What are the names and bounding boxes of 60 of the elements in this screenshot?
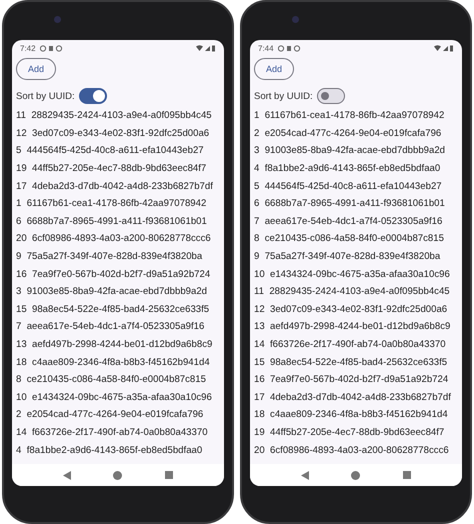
list-item: 11 28829435-2424-4103-a9e4-a0f095bb4c45 [16,109,213,124]
list-item: 20 6cf08986-4893-4a03-a200-80628778ccc6 [254,444,450,458]
list-item: 18 c4aae809-2346-4f8a-b8b3-f45162b941d4 [254,408,449,422]
list-item: 9 75a5a27f-349f-407e-828d-839e4f3820ba [254,250,442,264]
list-item: 6 6688b7a7-8965-4991-a411-f93681061b01 [254,197,446,212]
status-icons [40,44,64,52]
list-item: 8 ce210435-c086-4a58-84f0-e0004b87c815 [254,232,445,246]
recents-icon[interactable] [402,471,411,479]
status-time: 7:44 [258,44,274,52]
list-item: 2 e2054cad-477c-4264-9e04-e019fcafa796 [254,126,442,141]
list-item: 16 7ea9f7e0-567b-402d-b2f7-d9a51a92b724 [16,268,212,282]
list-item: 13 aefd497b-2998-4244-be01-d12bd9a6b8c9 [254,320,452,334]
status-time: 7:42 [20,44,36,52]
camera-icon [292,16,299,23]
signal-icons [196,44,216,52]
back-icon[interactable] [63,470,72,480]
sort-switch[interactable] [78,88,107,104]
list-item: 17 4deba2d3-d7db-4042-a4d8-233b6827b7df [254,390,452,405]
list-item: 7 aeea617e-54eb-4dc1-a7f4-0523305a9f16 [254,214,444,229]
list-item: 19 44ff5b27-205e-4ec7-88db-9bd63eec84f7 [16,162,208,176]
list-item: 12 3ed07c09-e343-4e02-83f1-92dfc25d00a6 [254,302,448,317]
list-item: 10 e1434324-09bc-4675-a35a-afaa30a10c96 [16,390,213,405]
list-item: 3 91003e85-8ba9-42fa-acae-ebd7dbbb9a2d [254,144,446,158]
sort-label: Sort by UUID: [16,90,75,102]
list-item: 18 c4aae809-2346-4f8a-b8b3-f45162b941d4 [16,356,211,370]
list-item: 5 444564f5-425d-40c8-a611-efa10443eb27 [254,180,443,194]
status-icons [278,44,302,52]
add-button[interactable]: Add [16,58,56,80]
list-item: 14 f663726e-2f17-490f-ab74-0a0b80a43370 [254,338,447,352]
home-icon[interactable] [351,470,360,480]
list-item: 13 aefd497b-2998-4244-be01-d12bd9a6b8c9 [16,338,214,352]
list-item: 20 6cf08986-4893-4a03-a200-80628778ccc6 [16,232,212,246]
signal-icons [434,44,454,52]
list-item: 17 4deba2d3-d7db-4042-a4d8-233b6827b7df [16,180,214,194]
recents-icon[interactable] [164,471,173,479]
list-item: 1 61167b61-cea1-4178-86fb-42aa97078942 [254,109,446,124]
list-item: 15 98a8ec54-522e-4f85-bad4-25632ce633f5 [254,356,448,370]
sort-switch[interactable] [316,88,345,104]
back-icon[interactable] [301,470,310,480]
home-icon[interactable] [113,470,122,480]
list-item: 10 e1434324-09bc-4675-a35a-afaa30a10c96 [254,268,451,282]
list-item: 8 ce210435-c086-4a58-84f0-e0004b87c815 [16,373,207,388]
list-item: 4 f8a1bbe2-a9d6-4143-865f-eb8ed5bdfaa0 [16,444,204,458]
list-item: 3 91003e85-8ba9-42fa-acae-ebd7dbbb9a2d [16,285,208,300]
list-item: 2 e2054cad-477c-4264-9e04-e019fcafa796 [16,408,204,422]
list-item: 19 44ff5b27-205e-4ec7-88db-9bd63eec84f7 [254,426,446,440]
list-item: 15 98a8ec54-522e-4f85-bad4-25632ce633f5 [16,302,210,317]
sort-label: Sort by UUID: [254,90,313,102]
camera-icon [54,16,61,23]
list-item: 12 3ed07c09-e343-4e02-83f1-92dfc25d00a6 [16,126,210,141]
list-item: 6 6688b7a7-8965-4991-a411-f93681061b01 [16,214,208,229]
list-item: 11 28829435-2424-4103-a9e4-a0f095bb4c45 [254,285,451,300]
list-item: 4 f8a1bbe2-a9d6-4143-865f-eb8ed5bdfaa0 [254,162,442,176]
add-button[interactable]: Add [254,58,294,80]
list-item: 1 61167b61-cea1-4178-86fb-42aa97078942 [16,197,208,212]
list-item: 9 75a5a27f-349f-407e-828d-839e4f3820ba [16,250,204,264]
list-item: 16 7ea9f7e0-567b-402d-b2f7-d9a51a92b724 [254,373,450,388]
list-item: 7 aeea617e-54eb-4dc1-a7f4-0523305a9f16 [16,320,206,334]
list-item: 14 f663726e-2f17-490f-ab74-0a0b80a43370 [16,426,209,440]
list-item: 5 444564f5-425d-40c8-a611-efa10443eb27 [16,144,205,158]
